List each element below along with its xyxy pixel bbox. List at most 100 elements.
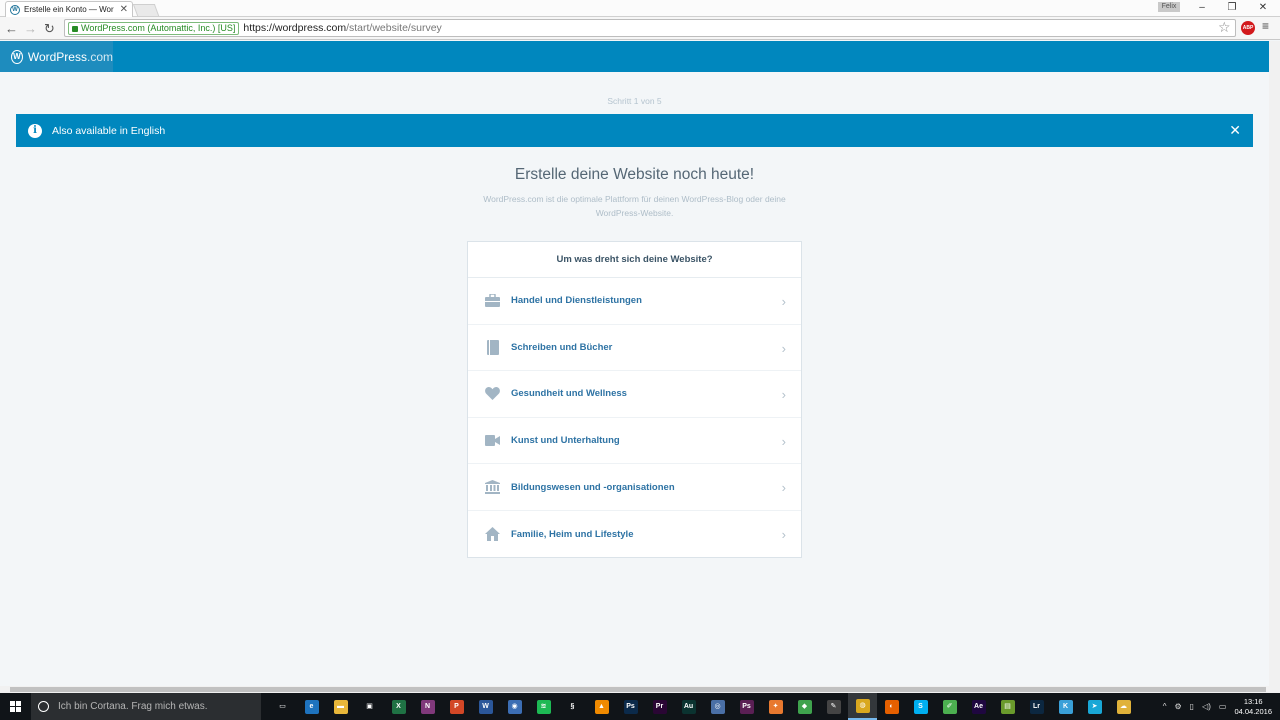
taskbar-app-orange-button[interactable]: ✦	[761, 693, 790, 720]
brand-tld: .com	[86, 49, 113, 64]
taskbar-onenote-button[interactable]: N	[413, 693, 442, 720]
vertical-scrollbar[interactable]	[1269, 41, 1280, 686]
chevron-right-icon: ›	[781, 340, 786, 356]
taskbar-excel-button[interactable]: X	[384, 693, 413, 720]
chevron-right-icon: ›	[781, 526, 786, 542]
taskbar-powerpoint-button[interactable]: P	[442, 693, 471, 720]
excel-icon: X	[391, 699, 406, 714]
notice-text[interactable]: Also available in English	[52, 125, 165, 137]
taskbar-audition-button[interactable]: Au	[674, 693, 703, 720]
taskbar-clock[interactable]: 13:16 04.04.2016	[1234, 697, 1272, 717]
taskbar-skype-button[interactable]: S	[906, 693, 935, 720]
book-icon	[485, 339, 500, 355]
notice-close-icon[interactable]: ✕	[1229, 122, 1241, 138]
battery-icon[interactable]: ▯	[1190, 702, 1194, 711]
browser-menu-icon[interactable]: ≡	[1262, 19, 1269, 33]
taskbar-app-green-button[interactable]: ◆	[790, 693, 819, 720]
survey-card: Um was dreht sich deine Website? Handel …	[467, 241, 802, 558]
after-effects-icon: Ae	[971, 699, 986, 714]
steam-icon: §	[565, 699, 580, 714]
volume-icon[interactable]: ◁)	[1202, 702, 1211, 711]
cortana-icon	[38, 701, 49, 712]
taskbar-notes-button[interactable]: ✐	[935, 693, 964, 720]
app-green-icon: ◆	[797, 699, 812, 714]
wordpress-logo-link[interactable]: W WordPress .com	[0, 41, 113, 72]
lock-icon	[72, 26, 78, 32]
survey-option-education[interactable]: Bildungswesen und -organisationen ›	[468, 464, 801, 511]
bookmark-star-icon[interactable]: ☆	[1218, 19, 1231, 36]
cortana-placeholder: Ich bin Cortana. Frag mich etwas.	[58, 701, 208, 712]
survey-option-label: Bildungswesen und -organisationen	[511, 481, 675, 493]
windows-taskbar: Ich bin Cortana. Frag mich etwas. ▭ e ▬ ▣ X N…	[0, 693, 1280, 720]
clock-time: 13:16	[1243, 696, 1263, 706]
address-bar[interactable]: WordPress.com (Automattic, Inc.) [US] ht…	[64, 19, 1236, 37]
taskbar-app-yellow-button[interactable]: ▤	[993, 693, 1022, 720]
taskbar-spotify-button[interactable]: ≋	[529, 693, 558, 720]
taskbar-after-effects-button[interactable]: Ae	[964, 693, 993, 720]
taskbar-firefox-button[interactable]: ◐	[877, 693, 906, 720]
taskbar-store-button[interactable]: ▣	[355, 693, 384, 720]
maximize-button[interactable]: ❐	[1217, 0, 1247, 16]
start-button[interactable]	[0, 693, 31, 720]
language-notice[interactable]: i Also available in English ✕	[16, 114, 1253, 147]
new-tab-button[interactable]	[132, 4, 160, 16]
taskbar-chrome-button[interactable]: ◍	[848, 693, 877, 720]
taskbar-word-button[interactable]: W	[471, 693, 500, 720]
edge-icon: e	[304, 699, 319, 714]
powerpoint-icon: P	[449, 699, 464, 714]
taskbar-premiere-button[interactable]: Pr	[645, 693, 674, 720]
taskbar-app-cloud-button[interactable]: ☁	[1109, 693, 1138, 720]
survey-option-label: Familie, Heim und Lifestyle	[511, 528, 634, 540]
audition-icon: Au	[681, 699, 696, 714]
taskbar-app-ps-pink-button[interactable]: Ps	[732, 693, 761, 720]
taskbar-steam-button[interactable]: §	[558, 693, 587, 720]
profile-button[interactable]: Felix	[1158, 2, 1180, 12]
survey-option-family[interactable]: Familie, Heim und Lifestyle ›	[468, 511, 801, 558]
vlc-icon: ▲	[594, 699, 609, 714]
app-blue-icon: ◉	[507, 699, 522, 714]
taskbar-app-ring-button[interactable]: ◎	[703, 693, 732, 720]
taskbar-app-dark-button[interactable]: ✎	[819, 693, 848, 720]
minimize-button[interactable]: –	[1187, 0, 1217, 16]
taskbar-app-k-button[interactable]: K	[1051, 693, 1080, 720]
brand-word: WordPress	[27, 49, 87, 64]
page-title: Erstelle deine Website noch heute!	[514, 166, 755, 183]
security-indicator[interactable]: WordPress.com (Automattic, Inc.) [US]	[68, 21, 240, 35]
app-dark-icon: ✎	[826, 699, 841, 714]
horizontal-scrollbar[interactable]	[0, 686, 1280, 693]
premiere-icon: Pr	[652, 699, 667, 714]
survey-option-label: Kunst und Unterhaltung	[511, 435, 620, 447]
taskbar-photoshop-button[interactable]: Ps	[616, 693, 645, 720]
survey-option-arts[interactable]: Kunst und Unterhaltung ›	[468, 418, 801, 465]
survey-option-health[interactable]: Gesundheit und Wellness ›	[468, 371, 801, 418]
taskbar-app-blue-button[interactable]: ◉	[500, 693, 529, 720]
institution-icon	[485, 480, 500, 495]
taskbar-edge-button[interactable]: e	[297, 693, 326, 720]
chevron-right-icon: ›	[781, 387, 786, 403]
tray-expand-icon[interactable]: ^	[1163, 702, 1167, 711]
adblock-plus-icon[interactable]: ABP	[1241, 21, 1255, 35]
scrollbar-thumb[interactable]	[10, 687, 1266, 692]
taskbar-app-cyan-button[interactable]: ➤	[1080, 693, 1109, 720]
browser-tab[interactable]: W Erstelle ein Konto — Wor ✕	[5, 1, 133, 17]
heart-icon	[485, 386, 500, 401]
reload-icon[interactable]: ↻	[40, 19, 59, 38]
back-arrow-icon[interactable]: ←	[2, 19, 21, 38]
taskbar-task-view-button[interactable]: ▭	[268, 693, 297, 720]
video-camera-icon	[485, 433, 500, 448]
taskbar-file-explorer-button[interactable]: ▬	[326, 693, 355, 720]
notification-icon[interactable]: ▭	[1219, 702, 1227, 711]
taskbar-vlc-button[interactable]: ▲	[587, 693, 616, 720]
forward-arrow-icon[interactable]: →	[21, 19, 40, 38]
taskbar-lightroom-button[interactable]: Lr	[1022, 693, 1051, 720]
house-icon	[485, 527, 500, 542]
tab-close-icon[interactable]: ✕	[120, 4, 128, 15]
survey-option-writing[interactable]: Schreiben und Bücher ›	[468, 325, 801, 372]
close-window-button[interactable]: ✕	[1248, 0, 1278, 16]
app-cyan-icon: ➤	[1087, 699, 1102, 714]
url-text[interactable]: https://wordpress.com/start/website/surv…	[243, 22, 441, 34]
survey-option-business[interactable]: Handel und Dienstleistungen ›	[468, 278, 801, 325]
tray-app-icon[interactable]: ⚙	[1174, 702, 1181, 711]
step-indicator: Schritt 1 von 5	[607, 96, 662, 106]
cortana-search-box[interactable]: Ich bin Cortana. Frag mich etwas.	[31, 693, 261, 720]
